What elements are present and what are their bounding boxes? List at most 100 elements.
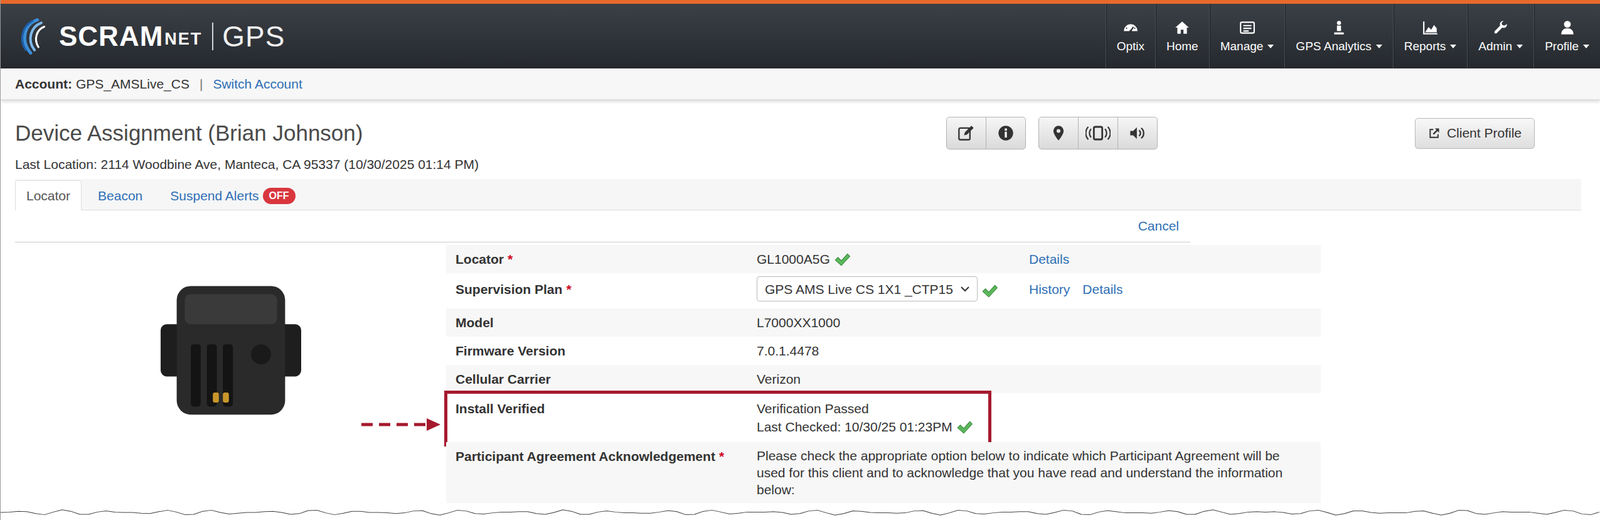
assignment-body: Locator*GL1000A5GDetailsSupervision Plan… — [15, 244, 1582, 503]
nav-item[interactable]: Manage — [1209, 3, 1286, 69]
vibrate-button[interactable] — [1077, 116, 1119, 150]
external-link-icon — [1428, 126, 1441, 140]
nav-label: Manage — [1220, 39, 1264, 54]
nav-icon — [1330, 19, 1348, 36]
required-mark: * — [719, 448, 725, 464]
details-row: Supervision Plan*GPS AMS Live CS 1X1 _CT… — [446, 272, 1321, 309]
status-badge: OFF — [262, 187, 296, 204]
nav-item[interactable]: Home — [1155, 3, 1210, 69]
nav-item[interactable]: Reports — [1392, 3, 1468, 69]
nav-item[interactable]: GPS Analytics — [1284, 3, 1393, 69]
arrow-icon — [361, 416, 443, 432]
details-row: Locator*GL1000A5GDetails — [446, 244, 1321, 273]
details-row: ModelL7000XX1000 — [446, 308, 1321, 337]
locate-button[interactable] — [1038, 116, 1079, 150]
row-label: Participant Agreement Acknowledgement* — [446, 446, 757, 465]
row-value: 7.0.1.4478 — [756, 341, 1030, 360]
row-links: History Details — [1029, 279, 1321, 299]
app-root: SCRAMNETGPS Optix Home Manage GPS Analytics R… — [0, 0, 1600, 520]
logo-product: GPS — [222, 21, 285, 51]
required-mark: * — [507, 251, 513, 267]
content: Device Assignment (Brian Johnson) Client … — [0, 116, 1600, 503]
caret-down-icon — [1450, 44, 1457, 49]
title-row: Device Assignment (Brian Johnson) Client … — [15, 116, 1582, 150]
nav-label: Optix — [1116, 39, 1145, 54]
details-row: Participant Agreement Acknowledgement*Pl… — [446, 441, 1321, 503]
nav-label: GPS Analytics — [1295, 39, 1371, 54]
details-row: Cellular CarrierVerizon — [446, 364, 1321, 393]
account-value: GPS_AMSLive_CS — [75, 76, 190, 92]
details-table: Locator*GL1000A5GDetailsSupervision Plan… — [446, 244, 1321, 503]
switch-account-link[interactable]: Switch Account — [212, 76, 302, 92]
nav-item[interactable]: Profile — [1533, 3, 1600, 69]
tab[interactable]: Beacon — [86, 180, 154, 211]
nav-item[interactable]: Admin — [1466, 3, 1534, 69]
toolbar — [946, 116, 1158, 150]
required-mark: * — [565, 281, 571, 297]
row-label: Cellular Carrier — [446, 369, 757, 388]
value-line: Verification Passed — [756, 399, 870, 418]
device-button-group — [1038, 116, 1158, 150]
account-separator: | — [199, 76, 203, 92]
caret-down-icon — [1583, 44, 1590, 49]
check-icon — [956, 418, 973, 435]
nav-icon — [1173, 19, 1191, 36]
info-button[interactable] — [985, 116, 1026, 150]
nav-icon — [1559, 19, 1576, 36]
nav-label: Admin — [1478, 39, 1513, 54]
navbar: SCRAMNETGPS Optix Home Manage GPS Analytics R… — [0, 3, 1600, 69]
sound-button[interactable] — [1117, 116, 1158, 150]
chevron-down-icon — [960, 286, 970, 292]
details-row: Firmware Version7.0.1.4478 — [446, 336, 1321, 365]
torn-edge — [0, 508, 1600, 520]
info-icon — [997, 124, 1015, 142]
nav-icon — [1122, 19, 1139, 36]
logo-brand: SCRAM — [58, 22, 164, 51]
client-profile-button[interactable]: Client Profile — [1414, 117, 1535, 149]
row-link[interactable]: History — [1029, 279, 1070, 299]
row-value: Please check the appropriate option belo… — [756, 446, 1297, 498]
caret-down-icon — [1267, 44, 1274, 49]
main-nav: Optix Home Manage GPS Analytics Reports Admin… — [1105, 3, 1600, 69]
page-title: Device Assignment (Brian Johnson) — [15, 120, 947, 146]
nav-item[interactable]: Optix — [1105, 3, 1156, 69]
edit-button-group — [946, 116, 1026, 150]
caret-down-icon — [1376, 44, 1383, 49]
row-label: Supervision Plan* — [446, 279, 757, 299]
row-links: Details — [1029, 249, 1321, 268]
cancel-bar: Cancel — [15, 210, 1191, 243]
row-label: Install Verified — [446, 399, 757, 418]
row-value: GL1000A5G — [756, 249, 1030, 268]
supervision-plan-select[interactable]: GPS AMS Live CS 1X1 _CTP15 — [756, 276, 978, 302]
row-label: Firmware Version — [446, 341, 757, 360]
device-column — [15, 244, 447, 503]
vibrate-icon — [1085, 124, 1111, 142]
row-value: GPS AMS Live CS 1X1 _CTP15 — [756, 279, 1030, 302]
nav-label: Home — [1166, 39, 1199, 54]
caret-down-icon — [1516, 44, 1523, 49]
cancel-link[interactable]: Cancel — [1138, 218, 1179, 234]
row-label: Model — [446, 313, 757, 332]
last-location: Last Location: 2114 Woodbine Ave, Mantec… — [15, 154, 1582, 174]
logo-divider — [212, 22, 214, 51]
edit-button[interactable] — [946, 116, 987, 150]
row-link[interactable]: Details — [1029, 249, 1070, 268]
row-value: Verizon — [756, 369, 1030, 388]
account-bar: Account:GPS_AMSLive_CS | Switch Account — [0, 68, 1600, 100]
device-image — [160, 281, 302, 418]
swirl-logo-icon — [15, 16, 52, 56]
row-label: Locator* — [446, 249, 757, 268]
row-value: L7000XX1000 — [756, 313, 1030, 332]
logo[interactable]: SCRAMNETGPS — [0, 3, 285, 69]
check-icon — [833, 250, 851, 268]
row-link[interactable]: Details — [1082, 279, 1123, 299]
highlight-box — [444, 390, 992, 447]
check-icon — [981, 282, 998, 299]
edit-icon — [957, 124, 976, 142]
value-line: Last Checked: 10/30/25 01:23PM — [756, 417, 973, 436]
account-label: Account: — [15, 76, 73, 92]
nav-label: Profile — [1544, 39, 1579, 54]
tab[interactable]: Locator — [15, 180, 82, 211]
tab[interactable]: Suspend AlertsOFF — [158, 180, 307, 211]
map-marker-icon — [1049, 124, 1068, 142]
